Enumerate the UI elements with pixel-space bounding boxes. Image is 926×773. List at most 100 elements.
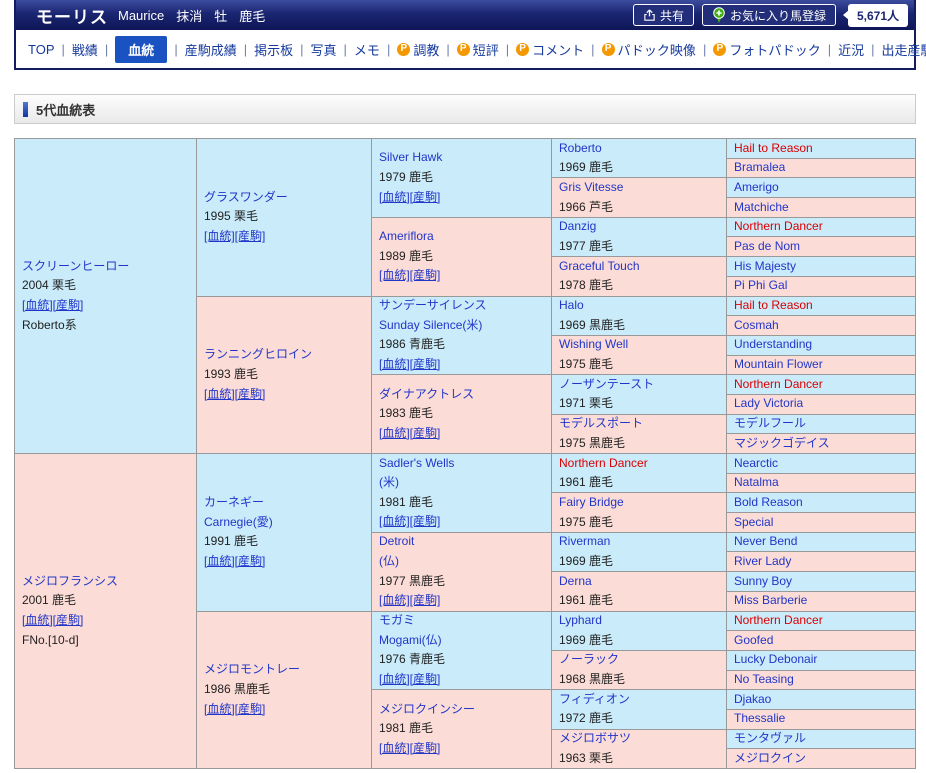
- horse-name-link[interactable]: Pas de Nom: [734, 237, 915, 256]
- horse-name-secondary[interactable]: (米): [379, 473, 551, 493]
- horse-name-link[interactable]: Lyphard: [559, 612, 726, 631]
- horse-name-link[interactable]: River Lady: [734, 552, 915, 571]
- horse-name-link[interactable]: Roberto: [559, 139, 726, 158]
- horse-name-link[interactable]: Northern Dancer: [734, 375, 915, 394]
- blood-link[interactable]: [血統]: [379, 672, 410, 686]
- horse-name-link[interactable]: Matchiche: [734, 198, 915, 217]
- horse-name-link[interactable]: Natalma: [734, 474, 915, 493]
- horse-name-link[interactable]: Bold Reason: [734, 493, 915, 512]
- blood-link[interactable]: [血統]: [204, 229, 235, 243]
- horse-name-link[interactable]: Wishing Well: [559, 336, 726, 355]
- offspring-link[interactable]: [産駒]: [410, 190, 441, 204]
- horse-name-link[interactable]: メジロボサツ: [559, 730, 726, 749]
- horse-name-link[interactable]: Amerigo: [734, 178, 915, 197]
- offspring-link[interactable]: [産駒]: [235, 229, 266, 243]
- nav-tab-8[interactable]: P 調教: [393, 37, 443, 62]
- horse-name-link[interactable]: Pi Phi Gal: [734, 277, 915, 296]
- offspring-link[interactable]: [産駒]: [410, 426, 441, 440]
- horse-name-link[interactable]: Detroit: [379, 533, 551, 552]
- nav-tab-2[interactable]: 戦績: [68, 37, 102, 62]
- horse-name-link[interactable]: No Teasing: [734, 671, 915, 690]
- offspring-link[interactable]: [産駒]: [410, 268, 441, 282]
- blood-link[interactable]: [血統]: [22, 298, 53, 312]
- blood-link[interactable]: [血統]: [204, 554, 235, 568]
- blood-link[interactable]: [血統]: [379, 741, 410, 755]
- blood-link[interactable]: [血統]: [204, 387, 235, 401]
- horse-name-link[interactable]: メジロフランシス: [22, 572, 196, 592]
- nav-tab-3[interactable]: 血統: [115, 35, 168, 63]
- horse-name-link[interactable]: スクリーンヒーロー: [22, 257, 196, 277]
- horse-name-link[interactable]: フィディオン: [559, 690, 726, 709]
- horse-name-link[interactable]: Lucky Debonair: [734, 651, 915, 670]
- nav-tab-1[interactable]: TOP: [24, 39, 59, 60]
- share-button[interactable]: 共有: [632, 4, 694, 26]
- horse-name-link[interactable]: Mountain Flower: [734, 356, 915, 375]
- horse-name-link[interactable]: Special: [734, 513, 915, 532]
- horse-name-link[interactable]: Northern Dancer: [734, 218, 915, 237]
- horse-name-link[interactable]: ノーザンテースト: [559, 375, 726, 394]
- horse-name-link[interactable]: Fairy Bridge: [559, 493, 726, 512]
- horse-name-link[interactable]: カーネギー: [204, 493, 371, 513]
- horse-name-link[interactable]: Northern Dancer: [559, 454, 726, 473]
- horse-name-secondary[interactable]: Sunday Silence(米): [379, 316, 551, 336]
- horse-name-link[interactable]: メジロクインシー: [379, 700, 551, 720]
- blood-link[interactable]: [血統]: [379, 190, 410, 204]
- horse-name-link[interactable]: サンデーサイレンス: [379, 297, 551, 316]
- horse-name-link[interactable]: グラスワンダー: [204, 188, 371, 208]
- horse-name-link[interactable]: Djakao: [734, 690, 915, 709]
- offspring-link[interactable]: [産駒]: [410, 672, 441, 686]
- nav-tab-6[interactable]: 写真: [307, 37, 341, 62]
- horse-name-link[interactable]: Danzig: [559, 218, 726, 237]
- offspring-link[interactable]: [産駒]: [410, 357, 441, 371]
- horse-name-link[interactable]: モガミ: [379, 612, 551, 631]
- horse-name-link[interactable]: Never Bend: [734, 533, 915, 552]
- horse-name-link[interactable]: ダイナアクトレス: [379, 385, 551, 405]
- blood-link[interactable]: [血統]: [204, 702, 235, 716]
- offspring-link[interactable]: [産駒]: [235, 387, 266, 401]
- horse-name-secondary[interactable]: (仏): [379, 552, 551, 572]
- horse-name-link[interactable]: Cosmah: [734, 316, 915, 335]
- nav-tab-11[interactable]: P パドック映像: [598, 37, 700, 62]
- horse-name-link[interactable]: Halo: [559, 297, 726, 316]
- nav-tab-12[interactable]: P フォトパドック: [709, 37, 824, 62]
- nav-tab-5[interactable]: 掲示板: [250, 37, 297, 62]
- offspring-link[interactable]: [産駒]: [410, 514, 441, 528]
- offspring-link[interactable]: [産駒]: [410, 741, 441, 755]
- nav-tab-10[interactable]: P コメント: [512, 37, 588, 62]
- horse-name-link[interactable]: メジロモントレー: [204, 660, 371, 680]
- horse-name-link[interactable]: Silver Hawk: [379, 148, 551, 168]
- offspring-link[interactable]: [産駒]: [235, 702, 266, 716]
- blood-link[interactable]: [血統]: [22, 613, 53, 627]
- horse-name-link[interactable]: Ameriflora: [379, 227, 551, 247]
- blood-link[interactable]: [血統]: [379, 268, 410, 282]
- blood-link[interactable]: [血統]: [379, 426, 410, 440]
- horse-name-secondary[interactable]: Mogami(仏): [379, 631, 551, 651]
- horse-name-link[interactable]: Thessalie: [734, 710, 915, 729]
- horse-name-link[interactable]: Graceful Touch: [559, 257, 726, 276]
- nav-tab-13[interactable]: 近況: [834, 37, 868, 62]
- horse-name-link[interactable]: Nearctic: [734, 454, 915, 473]
- horse-name-link[interactable]: Sadler's Wells: [379, 454, 551, 473]
- horse-name-link[interactable]: Miss Barberie: [734, 592, 915, 611]
- horse-name-link[interactable]: Northern Dancer: [734, 612, 915, 631]
- horse-name-link[interactable]: メジロクイン: [734, 749, 915, 768]
- horse-name-link[interactable]: Sunny Boy: [734, 572, 915, 591]
- horse-name-link[interactable]: Hail to Reason: [734, 297, 915, 316]
- horse-name-link[interactable]: Hail to Reason: [734, 139, 915, 158]
- horse-name-link[interactable]: Riverman: [559, 533, 726, 552]
- horse-name-link[interactable]: Understanding: [734, 336, 915, 355]
- horse-name-link[interactable]: Lady Victoria: [734, 395, 915, 414]
- nav-tab-7[interactable]: メモ: [350, 37, 384, 62]
- horse-name-link[interactable]: モデルフール: [734, 415, 915, 434]
- horse-name-link[interactable]: マジックゴデイス: [734, 434, 915, 453]
- offspring-link[interactable]: [産駒]: [53, 613, 84, 627]
- nav-tab-4[interactable]: 産駒成績: [181, 37, 241, 62]
- horse-name-link[interactable]: Derna: [559, 572, 726, 591]
- nav-tab-14[interactable]: 出走産駒: [878, 37, 926, 62]
- horse-name-link[interactable]: ランニングヒロイン: [204, 345, 371, 365]
- horse-name-link[interactable]: モンタヴァル: [734, 730, 915, 749]
- favorite-register-button[interactable]: お気に入り馬登録: [701, 4, 836, 26]
- offspring-link[interactable]: [産駒]: [53, 298, 84, 312]
- horse-name-link[interactable]: Goofed: [734, 631, 915, 650]
- nav-tab-9[interactable]: P 短評: [453, 37, 503, 62]
